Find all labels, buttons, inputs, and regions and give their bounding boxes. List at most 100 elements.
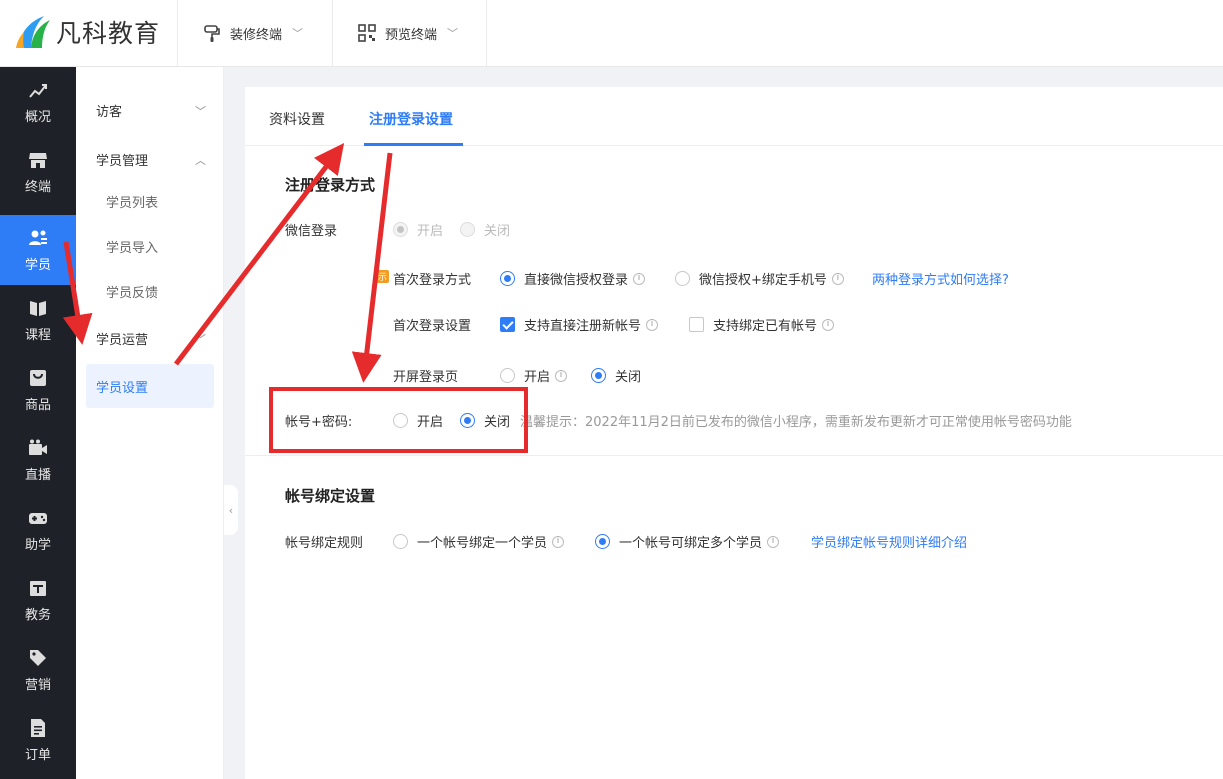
decorate-terminal-label: 装修终端: [230, 27, 283, 43]
feature-badge-icon: 示: [376, 270, 389, 283]
paint-roller-icon: [202, 23, 222, 43]
subnav-student-settings[interactable]: 学员设置: [86, 364, 214, 408]
users-icon: [29, 230, 47, 245]
first-login-bind-phone-radio[interactable]: 微信授权+绑定手机号 i: [675, 269, 844, 288]
sub-navigation: 访客 ﹀ 学员管理 ︿ 学员列表 学员导入 学员反馈 学员运营 ﹀ 学员设置: [76, 67, 224, 779]
first-login-settings-label: 首次登录设置: [393, 319, 472, 334]
radio-label: 一个帐号可绑定多个学员: [619, 536, 763, 551]
chevron-up-icon: ︿: [195, 153, 206, 167]
book-icon: [30, 300, 46, 316]
radio-control: [460, 222, 475, 237]
subnav-visitor-label: 访客: [96, 105, 123, 120]
binding-one-to-one-radio[interactable]: 一个帐号绑定一个学员 i: [393, 532, 565, 551]
radio-label: 关闭: [484, 224, 511, 239]
decorate-terminal-button[interactable]: 装修终端 ﹀: [177, 0, 332, 66]
tab-profile-settings[interactable]: 资料设置: [269, 109, 325, 129]
checkbox-label: 支持绑定已有帐号: [713, 319, 818, 334]
preview-terminal-button[interactable]: 预览终端 ﹀: [332, 0, 487, 66]
subnav-visitor[interactable]: 访客 ﹀: [96, 101, 206, 121]
radio-label: 一个帐号绑定一个学员: [417, 536, 548, 551]
radio-label: 直接微信授权登录: [524, 273, 629, 288]
info-icon[interactable]: i: [646, 318, 659, 331]
tab-register-login-settings[interactable]: 注册登录设置: [369, 109, 453, 129]
chevron-down-icon: ﹀: [195, 104, 206, 118]
sidebar-item-label: 课程: [24, 327, 51, 343]
document-icon: [31, 718, 45, 737]
sidebar-item-products[interactable]: 商品: [0, 355, 76, 425]
wechat-login-off-radio[interactable]: 关闭: [460, 220, 510, 239]
sidebar-item-orders[interactable]: 订单: [0, 705, 76, 775]
sidebar-item-label: 直播: [24, 467, 51, 483]
radio-control: [393, 534, 408, 549]
wechat-login-on-radio[interactable]: 开启: [393, 220, 443, 239]
sidebar-item-label: 助学: [24, 537, 51, 553]
tag-icon: [30, 649, 46, 666]
sidebar-item-marketing[interactable]: 营销: [0, 635, 76, 705]
radio-control: [393, 222, 408, 237]
register-section-title: 注册登录方式: [285, 176, 376, 194]
radio-control: [591, 368, 606, 383]
tab-bar: 资料设置 注册登录设置: [245, 87, 1223, 146]
info-icon[interactable]: i: [552, 535, 565, 548]
sidebar-item-study-aid[interactable]: 助学: [0, 495, 76, 565]
first-login-direct-radio[interactable]: 直接微信授权登录 i: [500, 269, 646, 288]
info-icon[interactable]: i: [822, 318, 835, 331]
sidebar-item-overview[interactable]: 概况: [0, 67, 76, 137]
allow-bind-checkbox[interactable]: 支持绑定已有帐号 i: [689, 315, 835, 334]
subnav-student-list[interactable]: 学员列表: [106, 192, 158, 211]
sidebar-item-terminal[interactable]: 终端: [0, 137, 76, 207]
splash-login-on-radio[interactable]: 开启 i: [500, 366, 568, 385]
radio-label: 微信授权+绑定手机号: [699, 273, 827, 288]
info-icon[interactable]: i: [831, 272, 844, 285]
section-divider: [245, 455, 1223, 456]
subnav-student-management-label: 学员管理: [96, 154, 149, 169]
qrcode-icon: [357, 23, 377, 43]
wechat-login-label: 微信登录: [285, 224, 338, 239]
logo[interactable]: 凡科教育: [14, 12, 160, 52]
checkbox-label: 支持直接注册新帐号: [524, 319, 642, 334]
radio-label: 开启: [417, 224, 444, 239]
sidebar-item-label: 营销: [24, 677, 51, 693]
info-icon[interactable]: i: [555, 369, 568, 382]
radio-control: [595, 534, 610, 549]
chevron-down-icon: ﹀: [292, 27, 304, 40]
sidebar-item-academic[interactable]: 教务: [0, 565, 76, 635]
subnav-student-operations[interactable]: 学员运营 ﹀: [96, 329, 206, 349]
binding-one-to-many-radio[interactable]: 一个帐号可绑定多个学员 i: [595, 532, 780, 551]
sidebar-item-label: 教务: [24, 607, 51, 623]
radio-control: [675, 271, 690, 286]
sidebar-item-label: 概况: [24, 109, 51, 125]
logo-text: 凡科教育: [56, 19, 161, 48]
top-bar: 凡科教育 装修终端 ﹀ 预览终端 ﹀: [0, 0, 1223, 67]
info-icon[interactable]: i: [767, 535, 780, 548]
binding-rule-label: 帐号绑定规则: [285, 536, 364, 551]
radio-label: 开启: [524, 370, 551, 385]
allow-register-checkbox[interactable]: 支持直接注册新帐号 i: [500, 315, 659, 334]
sidebar-item-live[interactable]: 直播: [0, 425, 76, 495]
preview-terminal-label: 预览终端: [385, 27, 438, 43]
chevron-down-icon: ﹀: [447, 27, 459, 40]
logo-icon: [14, 14, 52, 50]
binding-rule-detail-link[interactable]: 学员绑定帐号规则详细介绍: [811, 532, 967, 551]
chevron-left-icon: ‹: [228, 503, 234, 517]
video-icon: [29, 439, 47, 455]
subnav-student-management[interactable]: 学员管理 ︿: [96, 150, 206, 170]
bag-icon: [30, 369, 46, 386]
collapse-sidebar-handle[interactable]: ‹: [224, 485, 238, 535]
subnav-student-feedback[interactable]: 学员反馈: [106, 282, 158, 301]
sidebar-item-label: 商品: [24, 397, 51, 413]
sidebar-item-courses[interactable]: 课程: [0, 285, 76, 355]
first-login-method-label: 首次登录方式: [393, 273, 472, 288]
account-password-tip: 温馨提示：2022年11月2日前已发布的微信小程序，需重新发布更新才可正常使用帐…: [520, 415, 1072, 430]
calendar-icon: [30, 580, 46, 596]
gamepad-icon: [29, 512, 47, 524]
checkbox-control: [500, 317, 515, 332]
subnav-student-import[interactable]: 学员导入: [106, 237, 158, 256]
info-icon[interactable]: i: [633, 272, 646, 285]
radio-control: [500, 368, 515, 383]
store-icon: [29, 152, 47, 168]
splash-login-off-radio[interactable]: 关闭: [591, 366, 641, 385]
login-method-help-link[interactable]: 两种登录方式如何选择?: [872, 269, 1009, 288]
binding-section-title: 帐号绑定设置: [285, 487, 376, 505]
sidebar-item-students[interactable]: 学员: [0, 215, 76, 285]
